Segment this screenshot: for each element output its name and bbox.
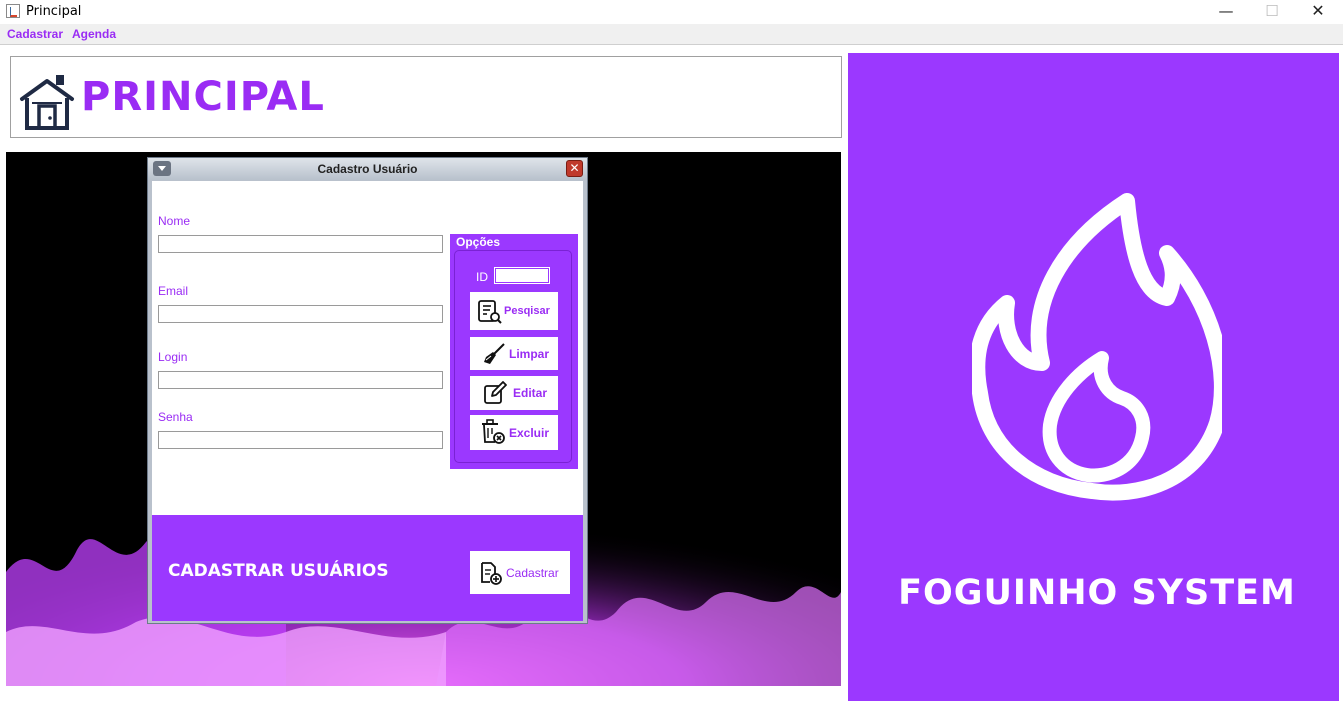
login-label: Login [158, 350, 188, 364]
nome-field[interactable] [158, 235, 443, 253]
internal-frame-cadastro-usuario[interactable]: Cadastro Usuário ✕ Nome Email Login Senh… [147, 157, 588, 624]
id-field[interactable] [494, 267, 550, 284]
senha-label: Senha [158, 410, 193, 424]
id-label: ID [476, 270, 488, 284]
nome-label: Nome [158, 214, 191, 228]
menu-cadastrar[interactable]: Cadastrar [7, 27, 63, 41]
frame-close-icon[interactable]: ✕ [566, 160, 583, 177]
options-panel: Opções ID Pesqisar Limpar Editar Excluir [450, 234, 578, 469]
minimize-button[interactable]: — [1203, 0, 1249, 24]
options-title: Opções [456, 235, 501, 249]
header-panel: PRINCIPAL [10, 56, 842, 138]
flame-icon [972, 193, 1222, 501]
broom-icon [484, 343, 505, 364]
limpar-button[interactable]: Limpar [470, 337, 558, 370]
cadastrar-button-label: Cadastrar [506, 566, 559, 580]
window-titlebar: Principal — ☐ ✕ [0, 0, 1343, 24]
login-field[interactable] [158, 371, 443, 389]
maximize-button[interactable]: ☐ [1249, 0, 1295, 24]
menu-agenda[interactable]: Agenda [72, 27, 116, 41]
java-app-icon [6, 4, 20, 18]
file-add-icon [481, 562, 502, 585]
email-field[interactable] [158, 305, 443, 323]
form-panel: Nome Email Login Senha Opções ID Pesqisa… [152, 181, 583, 515]
page-title: PRINCIPAL [81, 74, 325, 120]
trash-icon [482, 419, 505, 444]
editar-button[interactable]: Editar [470, 376, 558, 410]
excluir-button[interactable]: Excluir [470, 415, 558, 450]
internal-frame-titlebar[interactable]: Cadastro Usuário ✕ [148, 158, 587, 180]
limpar-label: Limpar [509, 347, 550, 361]
excluir-label: Excluir [509, 426, 550, 440]
email-label: Email [158, 284, 189, 298]
editar-label: Editar [513, 386, 548, 400]
cadastrar-button[interactable]: Cadastrar [470, 551, 570, 594]
senha-field[interactable] [158, 431, 443, 449]
close-window-button[interactable]: ✕ [1295, 0, 1341, 24]
pesquisar-button[interactable]: Pesqisar [470, 292, 558, 330]
cadastrar-usuarios-title: CADASTRAR USUÁRIOS [168, 561, 389, 581]
footer-panel: CADASTRAR USUÁRIOS Cadastrar [152, 515, 583, 621]
brand-panel: FOGUINHO SYSTEM [848, 53, 1339, 701]
menu-bar: Cadastrar Agenda [0, 24, 1343, 44]
edit-icon [484, 381, 507, 404]
pesquisar-label: Pesqisar [504, 305, 550, 317]
internal-frame-title: Cadastro Usuário [317, 162, 418, 176]
brand-title: FOGUINHO SYSTEM [898, 573, 1296, 613]
house-icon [20, 75, 74, 130]
search-list-icon [478, 300, 502, 324]
window-title: Principal [26, 4, 82, 19]
